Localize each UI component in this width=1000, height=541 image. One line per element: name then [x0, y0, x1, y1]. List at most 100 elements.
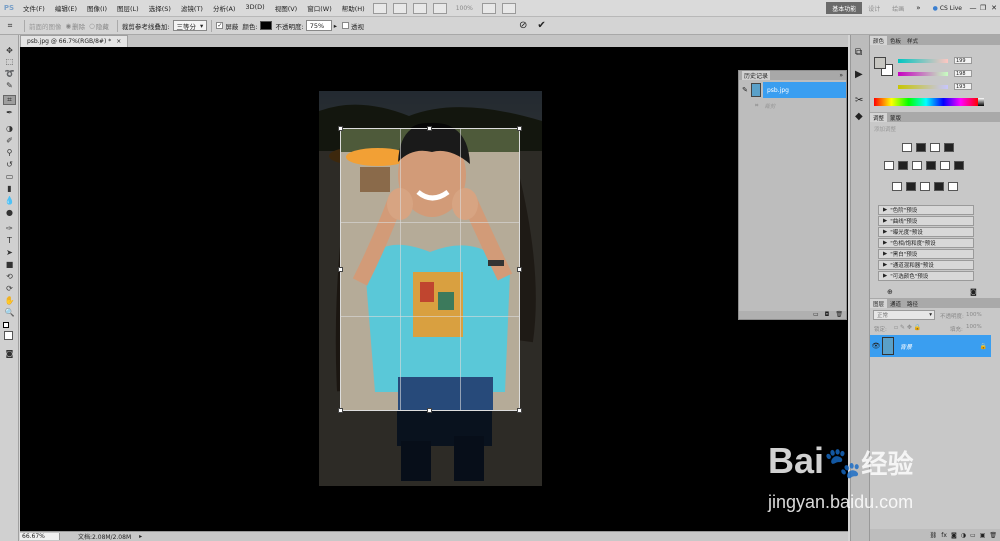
status-zoom[interactable]: 66.67% — [20, 533, 60, 540]
quick-select-tool-icon[interactable]: ✎ — [3, 80, 16, 90]
history-panel-icon[interactable]: ⧉ — [855, 47, 862, 58]
tools-panel-icon[interactable]: ✂ — [855, 95, 863, 106]
expand-triangle-icon[interactable]: ▶ — [883, 262, 887, 268]
brush-source-icon[interactable]: ✎ — [739, 86, 751, 94]
color-fg-swatch[interactable] — [874, 57, 886, 69]
crop-handle-bottom-mid[interactable] — [427, 408, 432, 413]
menu-item[interactable]: 图层(L) — [112, 3, 144, 13]
photo-filter-icon[interactable] — [940, 161, 950, 170]
commit-crop-icon[interactable]: ✔ — [537, 20, 545, 31]
opacity-dropdown[interactable]: ▸ — [334, 22, 337, 30]
history-snapshot[interactable]: ✎ psb.jpg — [739, 81, 846, 99]
tab-paths[interactable]: 路径 — [904, 299, 921, 308]
workspace-essentials[interactable]: 基本功能 — [826, 2, 863, 14]
workspace-design[interactable]: 设计 — [862, 2, 886, 14]
tab-styles[interactable]: 样式 — [904, 36, 921, 45]
posterize-icon[interactable] — [906, 182, 916, 191]
menu-item[interactable]: 视图(V) — [270, 3, 303, 13]
marquee-tool-icon[interactable]: ⬚ — [3, 56, 16, 66]
extras-icon[interactable] — [412, 2, 427, 14]
mini-bridge-icon[interactable] — [392, 2, 407, 14]
cs-live-button[interactable]: ● CS Live — [927, 2, 968, 14]
shield-checkbox[interactable]: 屏蔽 — [216, 21, 238, 31]
color-spectrum[interactable] — [874, 98, 978, 106]
expand-triangle-icon[interactable]: ▶ — [883, 218, 887, 224]
crop-handle-bottom-left[interactable] — [338, 408, 343, 413]
expand-triangle-icon[interactable]: ▶ — [883, 207, 887, 213]
crop-box[interactable] — [340, 128, 520, 411]
perspective-checkbox[interactable]: 透视 — [341, 21, 364, 31]
crop-handle-mid-right[interactable] — [517, 267, 522, 272]
hide-radio[interactable]: ○ 隐藏 — [89, 21, 109, 31]
expand-triangle-icon[interactable]: ▶ — [883, 251, 887, 257]
tab-swatches[interactable]: 色板 — [887, 36, 904, 45]
adjust-view-icon[interactable]: ◙ — [970, 288, 977, 296]
crop-handle-mid-left[interactable] — [338, 267, 343, 272]
preset-item[interactable]: ▶ "曲线"预设 — [878, 216, 974, 226]
document-tab[interactable]: psb.jpg @ 66.7%(RGB/8#) * × — [20, 35, 129, 47]
delete-radio[interactable]: ◉ 删除 — [66, 21, 86, 31]
type-tool-icon[interactable]: T — [3, 235, 16, 245]
threshold-icon[interactable] — [920, 182, 930, 191]
bridge-icon[interactable] — [372, 2, 387, 14]
arrange-docs-icon[interactable] — [481, 2, 496, 14]
brush-tool-icon[interactable]: ✐ — [3, 135, 16, 145]
screen-mode-icon[interactable] — [501, 2, 516, 14]
actions-panel-icon[interactable]: ▶ — [855, 69, 863, 80]
black-white-icon[interactable] — [926, 161, 936, 170]
opacity-input[interactable]: 75% — [305, 20, 332, 31]
gradient-tool-icon[interactable]: ▮ — [3, 183, 16, 193]
tab-layers[interactable]: 图层 — [870, 299, 888, 308]
layer-opacity-input[interactable]: 100% — [966, 310, 988, 320]
channel-mixer-icon[interactable] — [954, 161, 964, 170]
crop-handle-top-right[interactable] — [517, 126, 522, 131]
color-slider-r[interactable]: 199 — [898, 57, 993, 64]
menu-item[interactable]: 窗口(W) — [302, 3, 337, 13]
color-r-value[interactable]: 199 — [954, 57, 972, 64]
levels-icon[interactable] — [916, 143, 926, 152]
zoom-level[interactable]: 100% — [456, 5, 473, 12]
tab-channels[interactable]: 通道 — [887, 299, 904, 308]
healing-tool-icon[interactable]: ◑ — [3, 123, 16, 133]
invert-icon[interactable] — [892, 182, 902, 191]
adjust-clip-icon[interactable]: ⊕ — [887, 288, 893, 296]
hand-tool-icon[interactable]: ✋ — [3, 295, 16, 305]
layer-row[interactable]: 👁 背景 🔒 — [870, 335, 991, 357]
lock-icons[interactable]: ▫ ✎ ✥ 🔒 — [894, 324, 921, 331]
pen-tool-icon[interactable]: ✑ — [3, 223, 16, 233]
workspace-painting[interactable]: 绘画 — [886, 2, 910, 14]
preset-item[interactable]: ▶ "色阶"预设 — [878, 205, 974, 215]
crop-handle-top-left[interactable] — [338, 126, 343, 131]
3d-orbit-tool-icon[interactable]: ⟳ — [3, 283, 16, 293]
close-button[interactable]: ✕ — [988, 4, 1000, 12]
path-select-tool-icon[interactable]: ➤ — [3, 247, 16, 257]
lasso-tool-icon[interactable]: ➰ — [3, 68, 16, 78]
brightness-icon[interactable] — [902, 143, 912, 152]
menu-item[interactable]: 滤镜(T) — [176, 3, 208, 13]
close-tab-icon[interactable]: × — [116, 38, 121, 45]
menu-item[interactable]: 分析(A) — [208, 3, 241, 13]
crop-handle-bottom-right[interactable] — [517, 408, 522, 413]
tab-adjustments[interactable]: 调整 — [870, 113, 888, 122]
eraser-tool-icon[interactable]: ▭ — [3, 171, 16, 181]
new-snapshot-icon[interactable]: ◘ — [825, 311, 830, 319]
dodge-tool-icon[interactable]: ● — [3, 207, 16, 217]
exposure-icon[interactable] — [944, 143, 954, 152]
curves-icon[interactable] — [930, 143, 940, 152]
history-brush-tool-icon[interactable]: ↺ — [3, 159, 16, 169]
layer-fill-input[interactable]: 100% — [966, 324, 988, 334]
menu-item[interactable]: 选择(S) — [144, 3, 176, 13]
color-slider-g[interactable]: 198 — [898, 70, 993, 77]
shape-tool-icon[interactable]: ■ — [3, 259, 16, 269]
expand-triangle-icon[interactable]: ▶ — [883, 229, 887, 235]
blur-tool-icon[interactable]: 💧 — [3, 195, 16, 205]
move-tool-icon[interactable]: ✥ — [3, 45, 16, 55]
minimize-button[interactable]: — — [968, 4, 978, 12]
tab-color[interactable]: 颜色 — [870, 36, 888, 45]
color-slider-b[interactable]: 193 — [898, 83, 993, 90]
workspace-more-icon[interactable]: » — [916, 4, 920, 12]
menu-item[interactable]: 3D(D) — [240, 3, 269, 13]
panel-collapse-icon[interactable]: » — [839, 72, 843, 79]
vibrance-icon[interactable] — [884, 161, 894, 170]
color-g-value[interactable]: 198 — [954, 70, 972, 77]
